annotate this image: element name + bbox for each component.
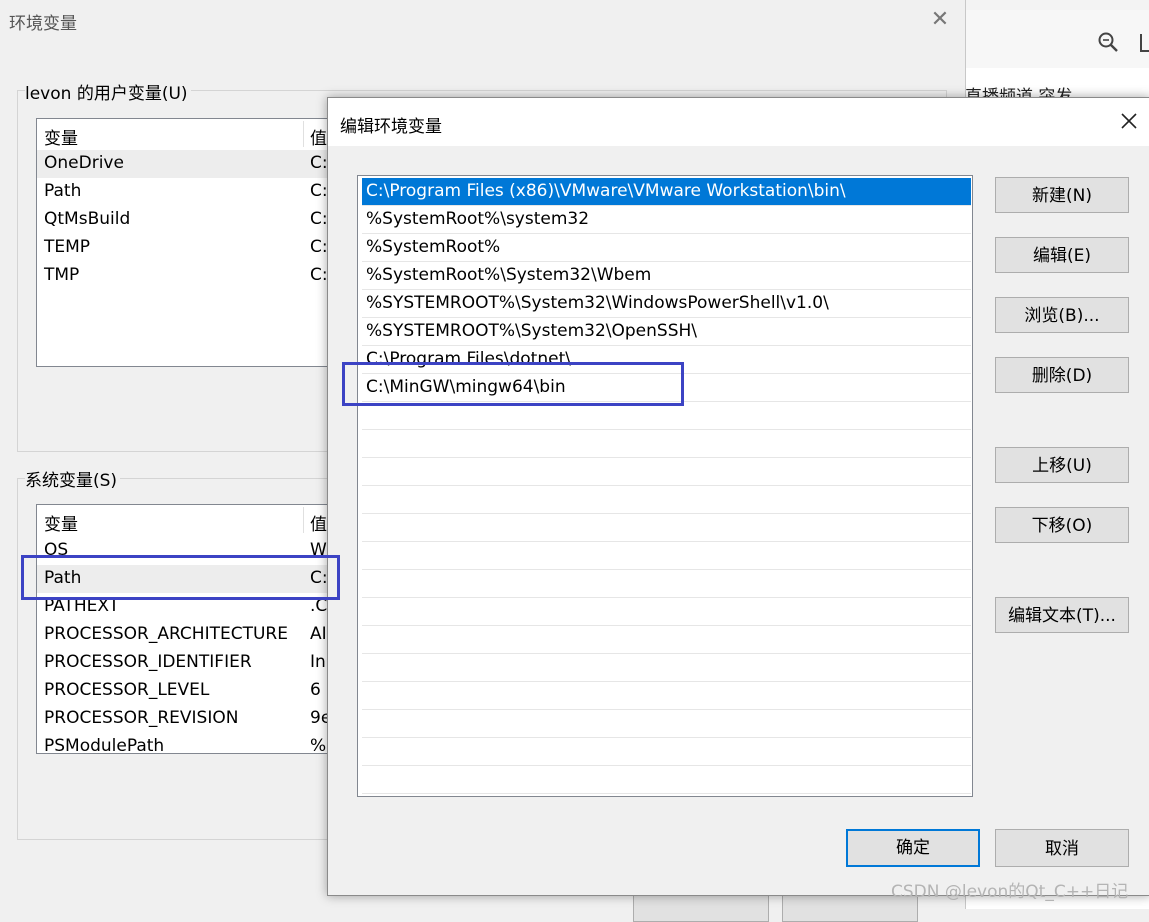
variable-name: Path xyxy=(44,181,82,201)
table-row[interactable]: OneDrive C: xyxy=(37,150,337,178)
table-row[interactable]: Path C: xyxy=(37,178,337,206)
path-entry: %SYSTEMROOT%\System32\WindowsPowerShell\… xyxy=(366,293,829,313)
close-icon[interactable] xyxy=(1117,109,1141,133)
empty-list-row[interactable] xyxy=(362,682,971,710)
empty-list-row[interactable] xyxy=(362,598,971,626)
dialog-title: 编辑环境变量 xyxy=(340,117,442,137)
table-row[interactable]: PROCESSOR_LEVEL 6 xyxy=(37,677,337,705)
variable-value: C: xyxy=(310,153,328,173)
delete-button[interactable]: 删除(D) xyxy=(995,357,1129,393)
variable-value: C: xyxy=(310,265,328,285)
table-row[interactable]: TMP C: xyxy=(37,262,337,290)
empty-list-row[interactable] xyxy=(362,402,971,430)
search-icon[interactable] xyxy=(1096,30,1120,54)
new-button[interactable]: 新建(N) xyxy=(995,177,1129,213)
empty-list-row[interactable] xyxy=(362,654,971,682)
variable-name: TEMP xyxy=(44,237,91,257)
list-item[interactable]: C:\Program Files (x86)\VMware\VMware Wor… xyxy=(362,178,971,206)
column-header-value[interactable]: 值 xyxy=(310,510,327,535)
list-item[interactable]: %SYSTEMROOT%\System32\WindowsPowerShell\… xyxy=(362,290,971,318)
edit-env-variable-dialog: 编辑环境变量 C:\Program Files (x86)\VMware\VMw… xyxy=(327,97,1149,896)
empty-list-row[interactable] xyxy=(362,486,971,514)
column-header-variable[interactable]: 变量 xyxy=(44,510,78,535)
move-up-button[interactable]: 上移(U) xyxy=(995,447,1129,483)
variable-value: C: xyxy=(310,237,328,257)
system-variables-list[interactable]: 变量 值 OS W Path C: PATHEXT .C PROCESSOR_A… xyxy=(36,504,338,754)
variable-value: % xyxy=(310,736,327,754)
variable-name: OneDrive xyxy=(44,153,124,173)
variable-value: AI xyxy=(310,624,327,644)
browser-toolbar xyxy=(965,10,1149,68)
edit-text-button[interactable]: 编辑文本(T)... xyxy=(995,597,1129,633)
path-entry: C:\Program Files (x86)\VMware\VMware Wor… xyxy=(366,181,846,201)
browse-button[interactable]: 浏览(B)... xyxy=(995,297,1129,333)
variable-name: PROCESSOR_IDENTIFIER xyxy=(44,652,252,672)
list-item[interactable]: %SystemRoot% xyxy=(362,234,971,262)
user-variables-list[interactable]: 变量 值 OneDrive C: Path C: QtMsBuild C: TE… xyxy=(36,118,338,367)
variable-value: 6 xyxy=(310,680,321,700)
column-divider[interactable] xyxy=(303,507,304,533)
empty-list-row[interactable] xyxy=(362,542,971,570)
path-entry: %SystemRoot%\system32 xyxy=(366,209,590,229)
list-item[interactable]: %SystemRoot%\System32\Wbem xyxy=(362,262,971,290)
list-header: 变量 值 xyxy=(37,505,337,535)
cancel-button[interactable]: 取消 xyxy=(995,829,1129,867)
variable-value: In xyxy=(310,652,326,672)
path-entry: %SystemRoot%\System32\Wbem xyxy=(366,265,652,285)
variable-value: C: xyxy=(310,209,328,229)
column-header-variable[interactable]: 变量 xyxy=(44,124,78,149)
ok-button[interactable]: 确定 xyxy=(846,829,980,867)
system-variables-label: 系统变量(S) xyxy=(25,466,121,491)
variable-name: PROCESSOR_ARCHITECTURE xyxy=(44,624,288,644)
table-row[interactable]: QtMsBuild C: xyxy=(37,206,337,234)
variable-value: C: xyxy=(310,181,328,201)
variable-name: PROCESSOR_REVISION xyxy=(44,708,239,728)
path-entries-list[interactable]: C:\Program Files (x86)\VMware\VMware Wor… xyxy=(357,175,973,797)
column-divider[interactable] xyxy=(303,121,304,147)
empty-list-row[interactable] xyxy=(362,514,971,542)
highlight-box-path-variable xyxy=(21,555,340,600)
variable-name: TMP xyxy=(44,265,80,285)
variable-name: PSModulePath xyxy=(44,736,165,754)
table-row[interactable]: PSModulePath % xyxy=(37,733,337,754)
user-variables-label: levon 的用户变量(U) xyxy=(25,79,191,104)
empty-list-row[interactable] xyxy=(362,430,971,458)
browser-menu-icon[interactable] xyxy=(1140,34,1149,52)
table-row[interactable]: PROCESSOR_ARCHITECTURE AI xyxy=(37,621,337,649)
list-item[interactable]: %SystemRoot%\system32 xyxy=(362,206,971,234)
highlight-box-mingw-path xyxy=(342,362,684,406)
empty-list-row[interactable] xyxy=(362,710,971,738)
move-down-button[interactable]: 下移(O) xyxy=(995,507,1129,543)
edit-button[interactable]: 编辑(E) xyxy=(995,237,1129,273)
list-header: 变量 值 xyxy=(37,119,337,149)
variable-name: QtMsBuild xyxy=(44,209,131,229)
path-entry: %SYSTEMROOT%\System32\OpenSSH\ xyxy=(366,321,698,341)
variable-name: PROCESSOR_LEVEL xyxy=(44,680,210,700)
empty-list-row[interactable] xyxy=(362,458,971,486)
empty-list-row[interactable] xyxy=(362,738,971,766)
empty-list-row[interactable] xyxy=(362,570,971,598)
table-row[interactable]: TEMP C: xyxy=(37,234,337,262)
path-entry: %SystemRoot% xyxy=(366,237,501,257)
watermark: CSDN @levon的Qt_C++日记 xyxy=(891,882,1129,902)
list-item[interactable]: %SYSTEMROOT%\System32\OpenSSH\ xyxy=(362,318,971,346)
table-row[interactable]: PROCESSOR_IDENTIFIER In xyxy=(37,649,337,677)
column-header-value[interactable]: 值 xyxy=(310,124,327,149)
empty-list-row[interactable] xyxy=(362,766,971,794)
table-row[interactable]: PROCESSOR_REVISION 9e xyxy=(37,705,337,733)
dialog-title: 环境变量 xyxy=(9,14,77,34)
close-icon[interactable]: ✕ xyxy=(928,8,952,32)
empty-list-row[interactable] xyxy=(362,626,971,654)
dialog-titlebar: 编辑环境变量 xyxy=(328,98,1149,146)
